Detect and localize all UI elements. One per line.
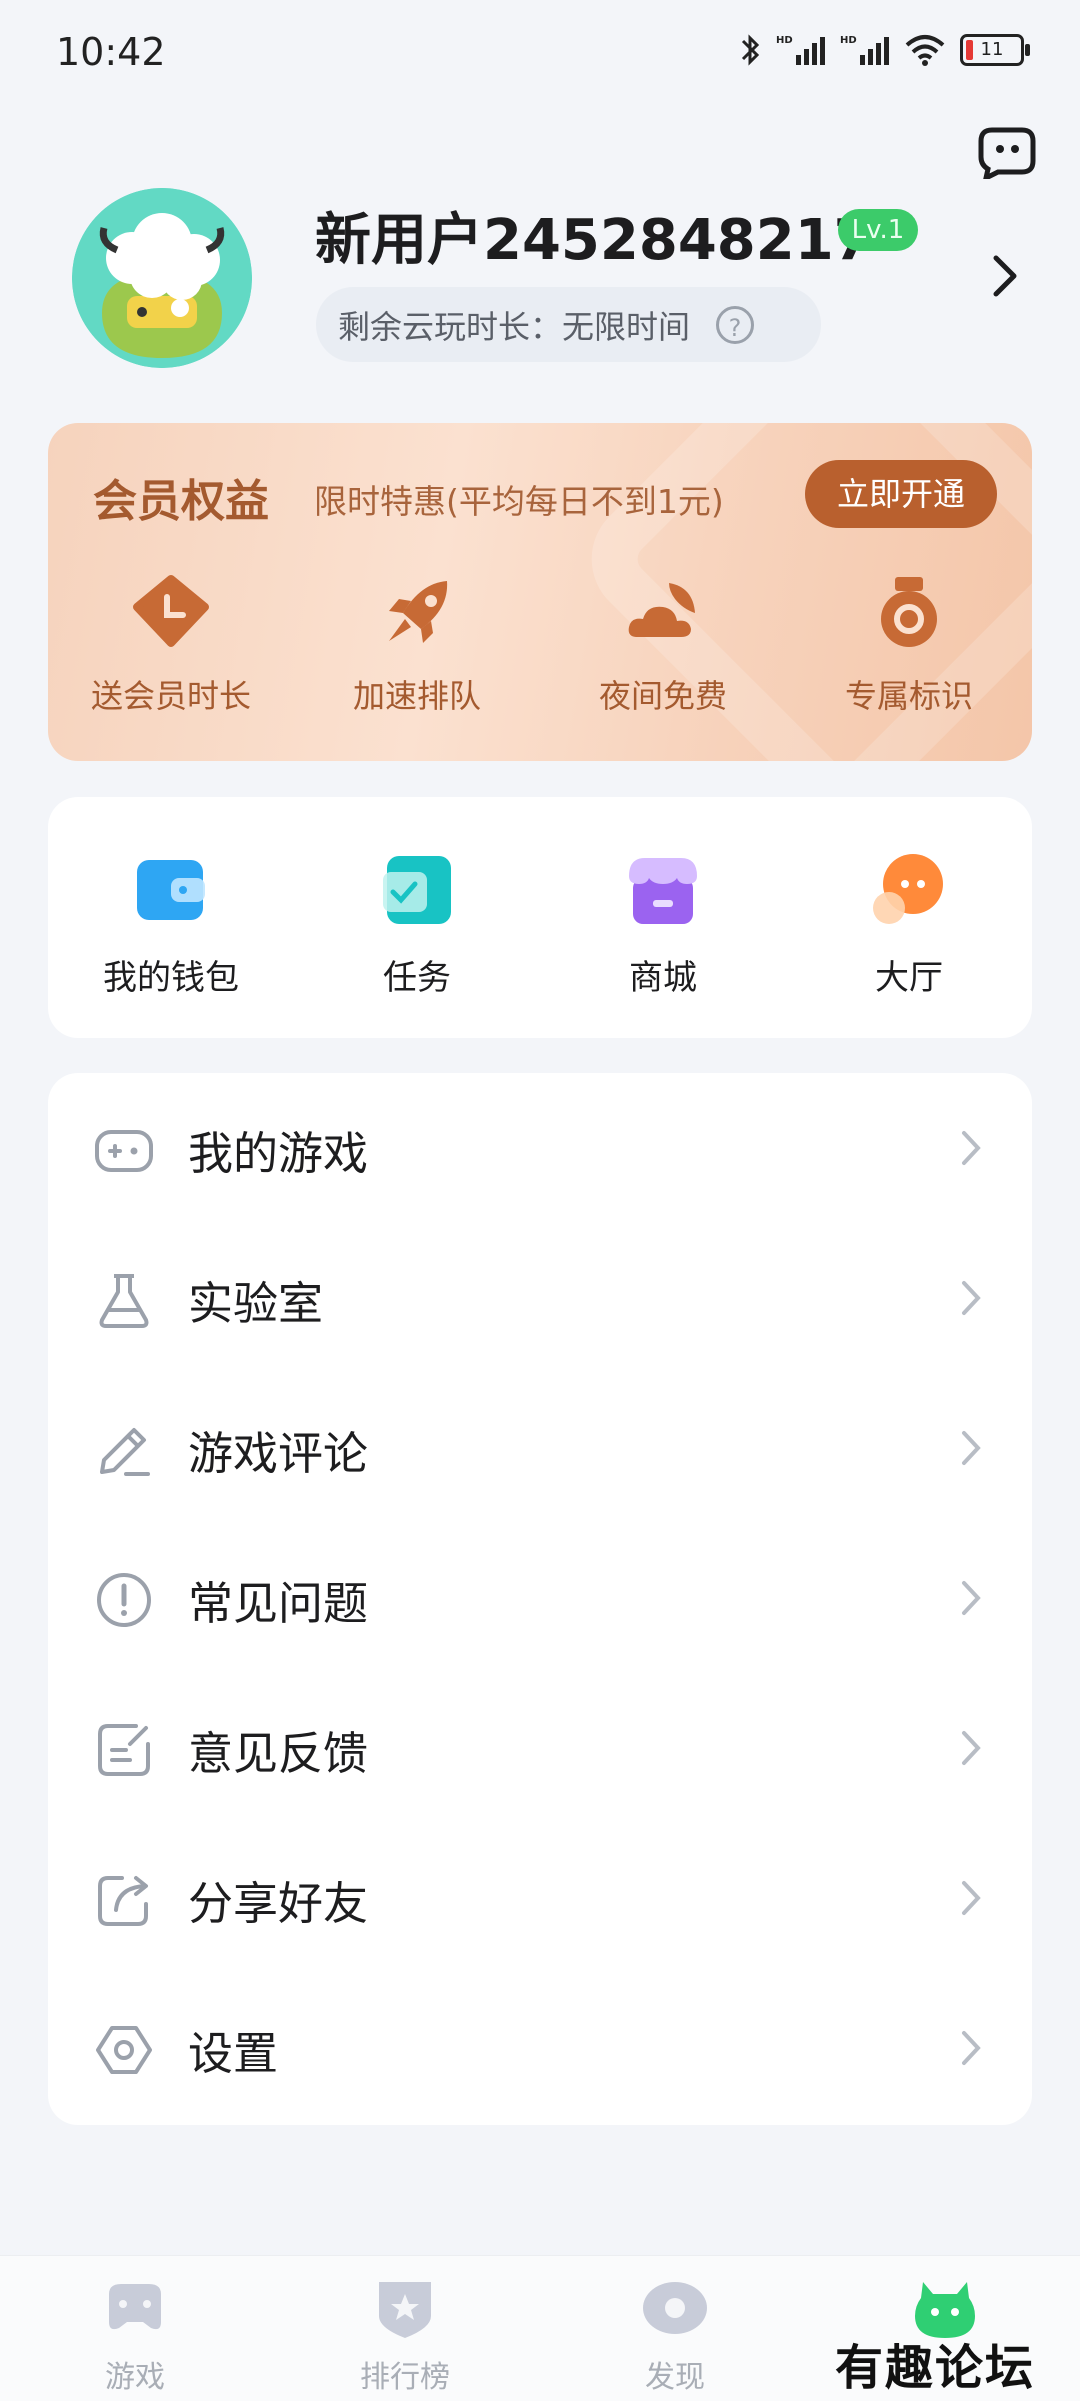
- ranking-shield-icon: [379, 2282, 431, 2338]
- perk-label: 专属标识: [844, 677, 973, 715]
- quick-entry-label: 商城: [629, 958, 697, 998]
- svg-text:HD: HD: [840, 35, 857, 46]
- level-badge: Lv.1: [838, 209, 918, 251]
- menu-item-label: 意见反馈: [188, 1727, 369, 1780]
- gear-icon: [96, 2026, 152, 2074]
- signal-icon: HD: [776, 35, 825, 65]
- chevron-right-icon: [962, 1131, 981, 1165]
- perk-label: 加速排队: [352, 677, 481, 715]
- gamepad-icon: [95, 1130, 153, 1172]
- chevron-right-icon: [962, 1431, 981, 1465]
- perk-label: 夜间免费: [598, 677, 727, 715]
- battery-icon: 11: [960, 34, 1030, 66]
- quick-entry-label: 大厅: [875, 958, 943, 998]
- quick-entry-wallet[interactable]: 我的钱包: [48, 852, 294, 999]
- message-icon[interactable]: [978, 127, 1036, 179]
- watermark: 有趣论坛: [835, 2340, 1036, 2396]
- chat-bubble-icon: [873, 854, 943, 924]
- cloud-moon-icon: [628, 583, 695, 637]
- pencil-icon: [100, 1428, 150, 1476]
- quick-entry-shop[interactable]: 商城: [540, 852, 786, 999]
- tab-ranking[interactable]: 排行榜: [270, 2276, 540, 2396]
- menu-item-lab[interactable]: 实验室: [48, 1223, 1032, 1373]
- chevron-right-icon: [962, 2031, 981, 2065]
- tab-label: 排行榜: [360, 2360, 450, 2395]
- menu-item-game-reviews[interactable]: 游戏评论: [48, 1373, 1032, 1523]
- perk-item[interactable]: 加速排队: [294, 573, 540, 717]
- menu-item-label: 实验室: [188, 1277, 324, 1330]
- perk-item[interactable]: 专属标识: [786, 573, 1032, 717]
- chevron-right-icon: [962, 1281, 981, 1315]
- perk-label: 送会员时长: [90, 677, 251, 715]
- menu-item-faq[interactable]: 常见问题: [48, 1523, 1032, 1673]
- help-icon[interactable]: ?: [716, 305, 755, 344]
- signal-icon: HD: [840, 35, 889, 65]
- menu-item-label: 游戏评论: [188, 1427, 369, 1480]
- chevron-right-icon: [962, 1731, 981, 1765]
- chevron-right-icon[interactable]: [990, 252, 1020, 312]
- quick-entry-task[interactable]: 任务: [294, 852, 540, 999]
- member-promo: 限时特惠(平均每日不到1元): [314, 482, 724, 521]
- task-icon: [383, 856, 451, 924]
- shop-icon: [629, 858, 697, 924]
- wifi-icon: [905, 35, 945, 66]
- gamepad-tab-icon: [109, 2284, 161, 2330]
- quick-entry-card: 我的钱包 任务 商城 大厅: [48, 797, 1032, 1038]
- status-time: 10:42: [56, 30, 166, 74]
- status-bar: 10:42 HD HD 11: [0, 0, 1080, 110]
- exclamation-circle-icon: [97, 1573, 151, 1627]
- share-icon: [98, 1876, 148, 1926]
- menu-item-label: 我的游戏: [188, 1127, 369, 1180]
- tab-label: 发现: [645, 2360, 705, 2395]
- member-title: 会员权益: [93, 476, 269, 527]
- member-benefits-card[interactable]: 会员权益 限时特惠(平均每日不到1元) 立即开通 送会员时长 加速排队 夜间免费: [48, 423, 1032, 761]
- quick-entry-hall[interactable]: 大厅: [786, 852, 1032, 999]
- menu-item-feedback[interactable]: 意见反馈: [48, 1673, 1032, 1823]
- tab-discover[interactable]: 发现: [540, 2276, 810, 2396]
- battery-level: 11: [980, 39, 1004, 60]
- perk-item[interactable]: 送会员时长: [48, 573, 294, 717]
- eye-icon: [643, 2282, 707, 2334]
- svg-text:HD: HD: [776, 35, 793, 46]
- clock-tag-icon: [133, 575, 209, 647]
- quick-entry-label: 任务: [383, 958, 451, 998]
- menu-item-label: 分享好友: [188, 1877, 369, 1930]
- wallet-icon: [137, 860, 205, 920]
- tab-label: 游戏: [105, 2360, 165, 2395]
- bluetooth-icon: [741, 34, 760, 66]
- menu-item-settings[interactable]: 设置: [48, 1973, 1032, 2123]
- playtime-text: 剩余云玩时长：无限时间: [338, 307, 691, 346]
- menu-list: 我的游戏 实验室 游戏评论 常见问题 意见反馈 分享好友 设置: [48, 1073, 1032, 2125]
- chevron-right-icon: [962, 1881, 981, 1915]
- playtime-chip: 剩余云玩时长：无限时间 ?: [316, 287, 821, 362]
- menu-item-my-games[interactable]: 我的游戏: [48, 1073, 1032, 1223]
- flask-icon: [99, 1274, 149, 1328]
- tab-games[interactable]: 游戏: [0, 2276, 270, 2396]
- quick-entry-label: 我的钱包: [103, 958, 239, 998]
- feedback-icon: [98, 1724, 150, 1776]
- username: 新用户2452848217: [315, 208, 873, 273]
- menu-item-share[interactable]: 分享好友: [48, 1823, 1032, 1973]
- menu-item-label: 设置: [188, 2027, 279, 2080]
- perk-item[interactable]: 夜间免费: [540, 573, 786, 717]
- medal-icon: [881, 577, 937, 647]
- activate-button[interactable]: 立即开通: [805, 460, 997, 528]
- rocket-icon: [389, 581, 448, 643]
- menu-item-label: 常见问题: [188, 1577, 369, 1630]
- avatar[interactable]: [72, 188, 252, 368]
- status-icons: HD HD 11: [738, 32, 1030, 68]
- chevron-right-icon: [962, 1581, 981, 1615]
